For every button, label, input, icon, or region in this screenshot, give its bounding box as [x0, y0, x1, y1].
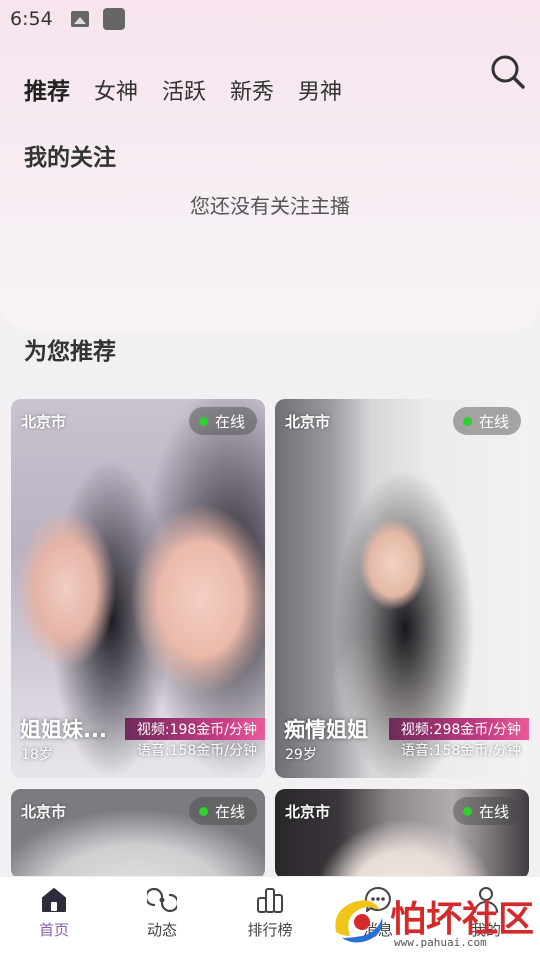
nav-home-label: 首页 — [38, 921, 69, 939]
nav-ranking-label: 排行榜 — [247, 921, 293, 939]
tab-recommend[interactable]: 推荐 — [24, 72, 70, 106]
nav-moments[interactable]: 动态 — [108, 877, 216, 960]
host-city: 北京市 — [21, 413, 67, 431]
search-icon — [491, 55, 525, 89]
moments-icon — [147, 887, 177, 913]
online-dot-icon — [198, 416, 208, 426]
tab-goddess[interactable]: 女神 — [94, 74, 138, 106]
following-empty-text: 您还没有关注主播 — [190, 194, 350, 218]
tab-newcomer[interactable]: 新秀 — [230, 74, 274, 106]
status-time: 6:54 — [10, 8, 53, 30]
nav-ranking[interactable]: 排行榜 — [216, 877, 324, 960]
voice-price: 语音:158金币/分钟 — [136, 743, 257, 759]
host-card[interactable]: 北京市 在线 姐姐妹... 18岁 视频:198金币/分钟 语音:158金币/分… — [11, 399, 265, 778]
app-notification-icon — [102, 8, 125, 30]
video-price-tag: 视频:298金币/分钟 — [388, 718, 529, 740]
watermark: 怕坏社区 www.pahuai.com — [328, 888, 540, 958]
status-bar: 6:54 — [0, 0, 540, 38]
tab-male-god[interactable]: 男神 — [298, 74, 342, 106]
online-badge: 在线 — [188, 407, 257, 435]
online-badge: 在线 — [452, 407, 521, 435]
online-badge: 在线 — [188, 797, 257, 825]
host-name: 姐姐妹... — [20, 718, 107, 742]
watermark-logo-icon — [335, 900, 383, 943]
nav-home[interactable]: 首页 — [0, 877, 108, 960]
host-card[interactable]: 北京市 在线 — [275, 789, 529, 879]
ranking-icon — [257, 888, 283, 913]
host-age: 18岁 — [21, 747, 53, 763]
home-icon — [42, 888, 66, 912]
online-dot-icon — [462, 416, 472, 426]
host-age: 29岁 — [285, 747, 317, 763]
host-city: 北京市 — [285, 803, 331, 821]
online-label: 在线 — [478, 802, 509, 821]
online-label: 在线 — [478, 412, 509, 431]
video-price-tag: 视频:198金币/分钟 — [124, 718, 265, 740]
host-name: 痴情姐姐 — [284, 718, 368, 742]
tab-active[interactable]: 活跃 — [162, 74, 206, 106]
online-dot-icon — [462, 806, 472, 816]
search-button[interactable] — [488, 52, 528, 92]
host-card[interactable]: 北京市 在线 — [11, 789, 265, 879]
online-label: 在线 — [214, 802, 245, 821]
watermark-text: 怕坏社区 — [390, 898, 535, 940]
voice-price: 语音:158金币/分钟 — [400, 743, 521, 759]
host-city: 北京市 — [21, 803, 67, 821]
following-title: 我的关注 — [24, 145, 116, 171]
watermark-url: www.pahuai.com — [394, 936, 487, 949]
nav-moments-label: 动态 — [146, 921, 177, 939]
online-badge: 在线 — [452, 797, 521, 825]
online-dot-icon — [198, 806, 208, 816]
host-card[interactable]: 北京市 在线 痴情姐姐 29岁 视频:298金币/分钟 语音:158金币/分钟 — [275, 399, 529, 778]
host-city: 北京市 — [285, 413, 331, 431]
online-label: 在线 — [214, 412, 245, 431]
recommend-title: 为您推荐 — [24, 339, 116, 365]
category-tabs: 推荐 女神 活跃 新秀 男神 — [24, 72, 366, 106]
gallery-notification-icon — [70, 11, 89, 27]
